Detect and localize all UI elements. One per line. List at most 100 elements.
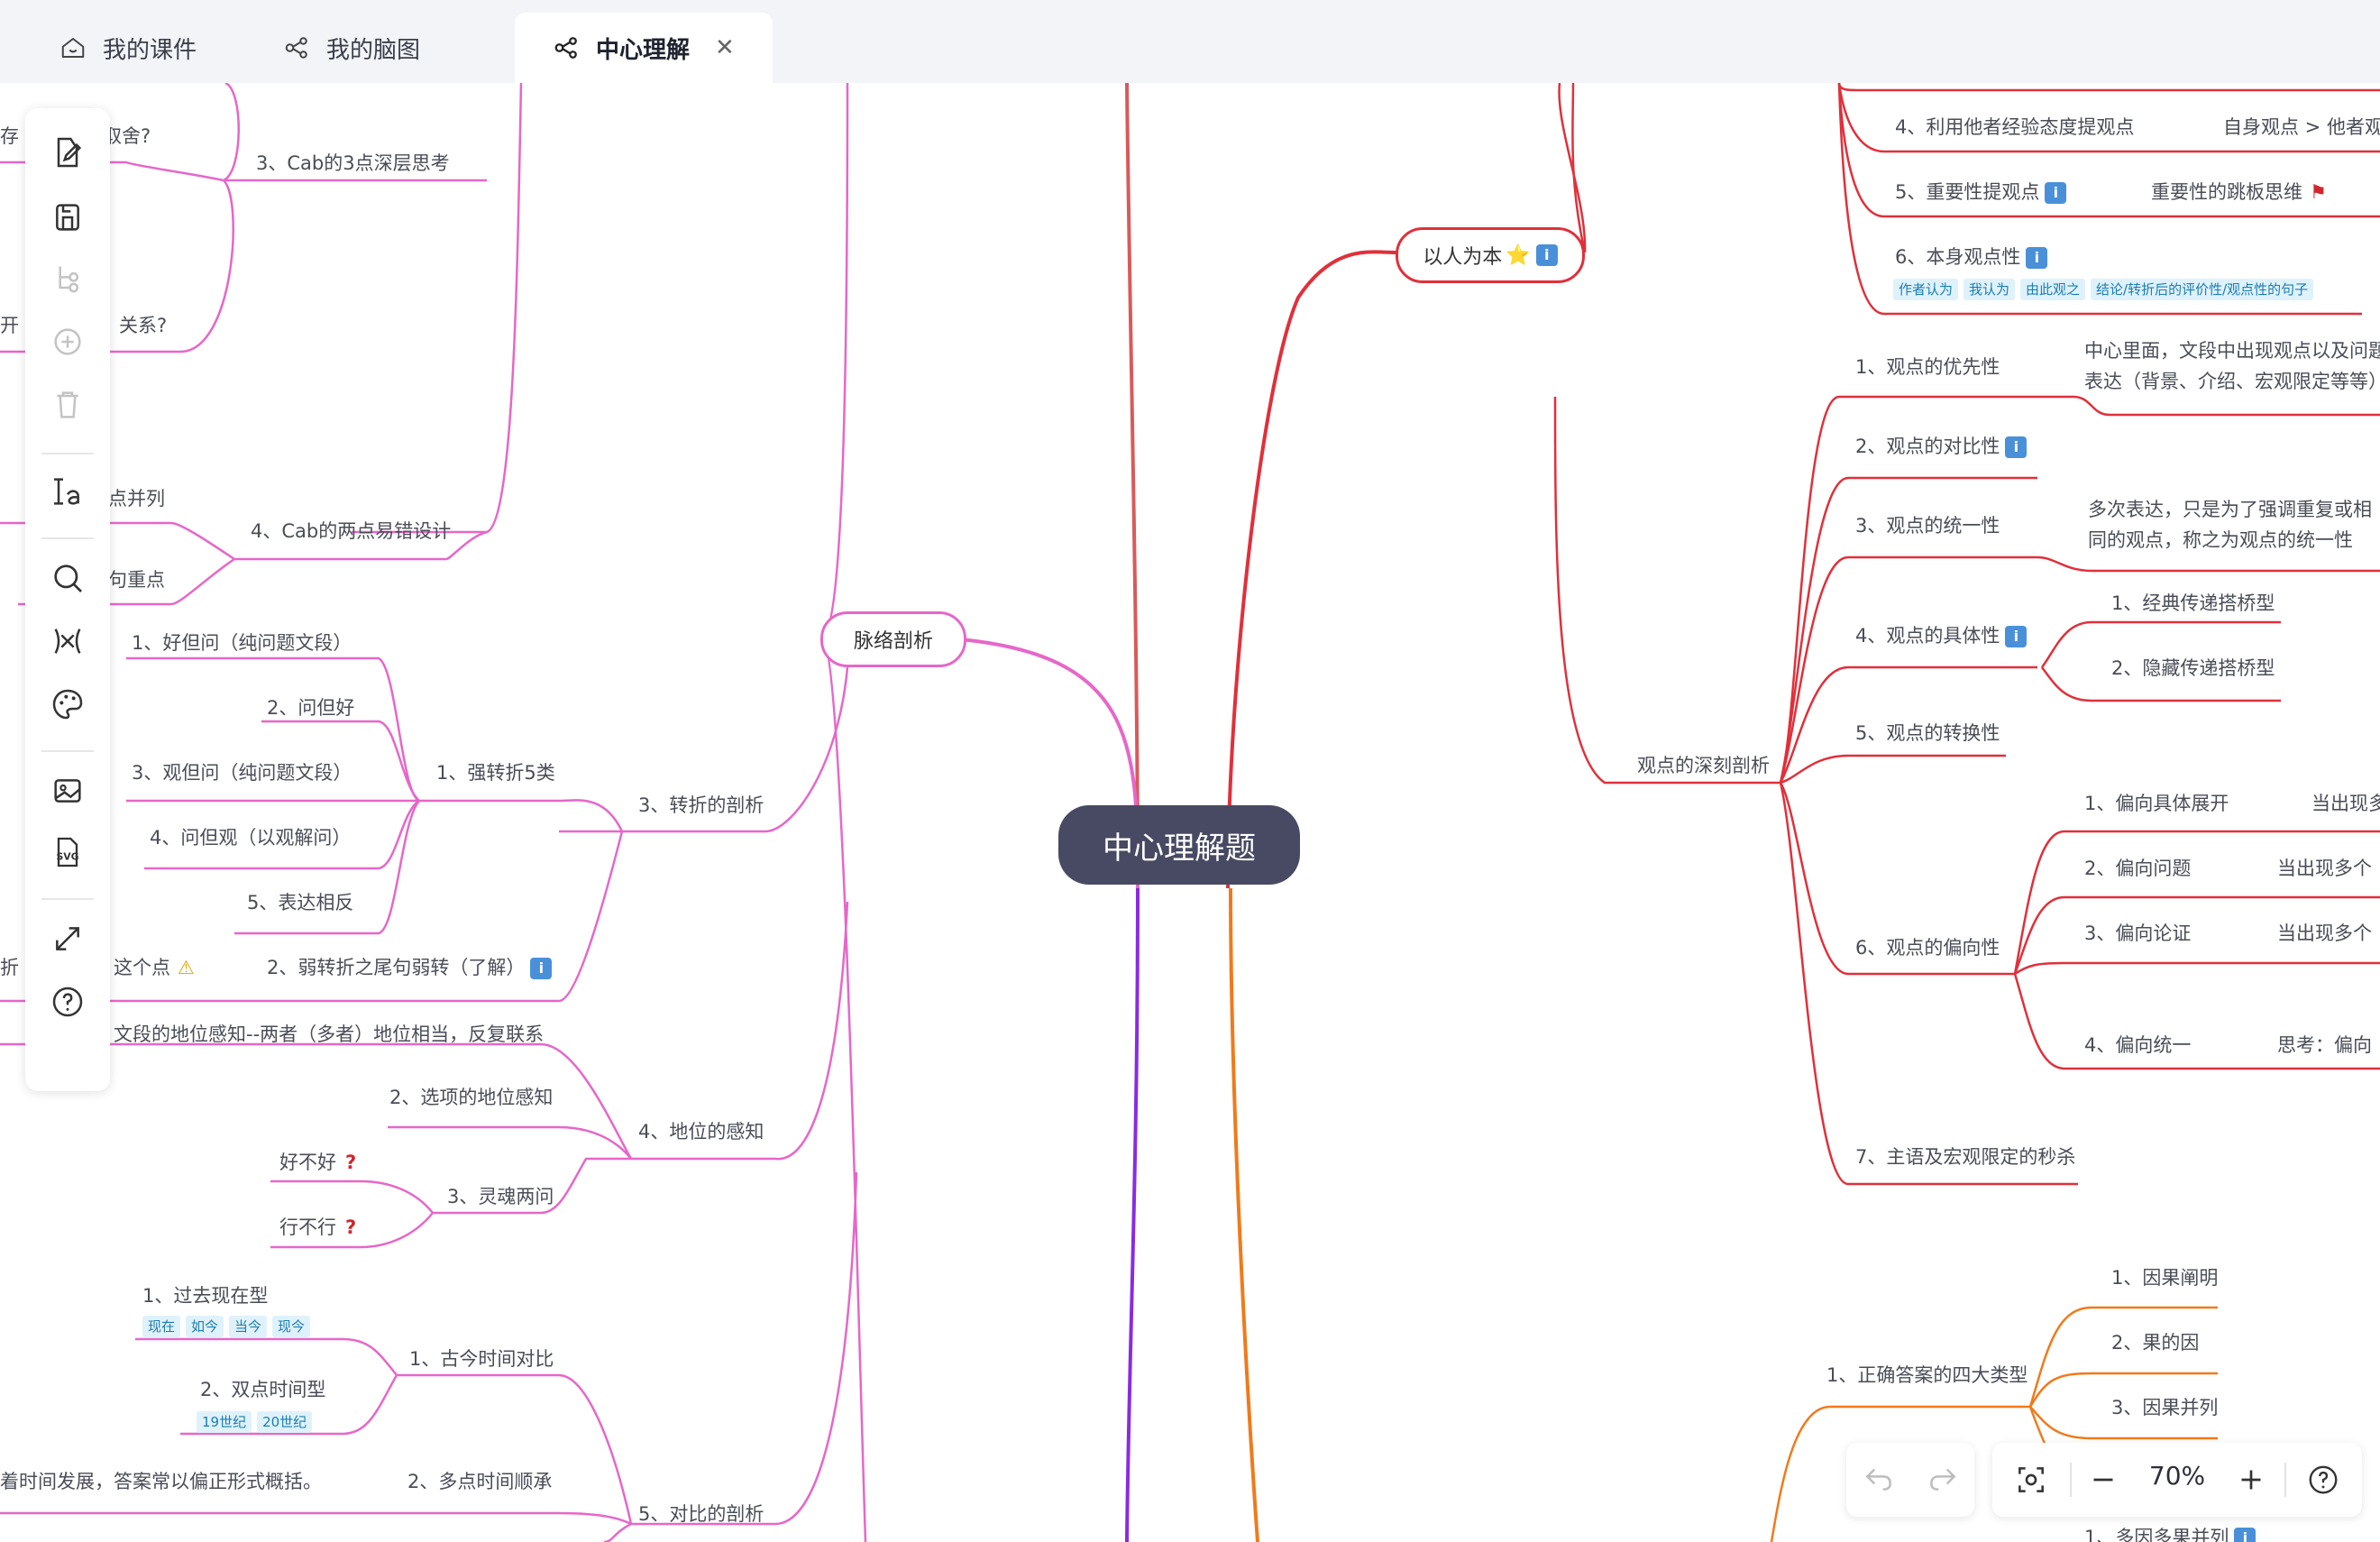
node-mailuo[interactable]: 脉络剖析: [820, 611, 966, 667]
node-cab-easy[interactable]: 4、Cab的两点易错设计: [251, 519, 451, 543]
node-gd-sub[interactable]: 1、经典传递搭桥型: [2111, 592, 2275, 615]
tab-my-courseware[interactable]: 我的课件: [58, 13, 197, 83]
info-icon[interactable]: i: [1535, 244, 1558, 266]
close-icon[interactable]: ✕: [715, 34, 735, 61]
node-note[interactable]: 当出现多个: [2277, 922, 2372, 945]
node-note[interactable]: 当出现多个: [2277, 857, 2372, 880]
node-frag[interactable]: 句重点: [108, 568, 165, 592]
root-node[interactable]: 中心理解题: [1058, 805, 1300, 885]
info-icon[interactable]: i: [2234, 1528, 2256, 1542]
add-node-button[interactable]: [45, 319, 90, 364]
node-frag[interactable]: 这个点 ⚠: [114, 956, 195, 979]
node-zq-item[interactable]: 2、果的因: [2111, 1331, 2199, 1354]
node-note[interactable]: 自身观点 > 他者观: [2223, 115, 2380, 139]
mindmap-canvas[interactable]: 中心理解题 脉络剖析 以人为本 ⭐ i 存 取舍? 3、Cab的3点深层思考 开 …: [0, 83, 2380, 1542]
node-yrwb-item[interactable]: 5、重要性提观点 i: [1895, 180, 2067, 204]
info-icon[interactable]: i: [2026, 247, 2048, 269]
add-child-button[interactable]: [45, 256, 90, 301]
export-svg-button[interactable]: SVG: [45, 830, 90, 875]
node-gd-sub[interactable]: 2、隐藏传递搭桥型: [2111, 656, 2275, 680]
node-diwei-item[interactable]: 2、选项的地位感知: [389, 1086, 553, 1109]
save-button[interactable]: [45, 195, 90, 240]
tab-label: 中心理解: [596, 36, 691, 64]
info-icon[interactable]: i: [2005, 626, 2028, 647]
node-gd-sub[interactable]: 2、偏向问题: [2084, 857, 2191, 880]
node-gd-sub[interactable]: 4、偏向统一: [2084, 1033, 2191, 1057]
undo-button[interactable]: [1862, 1461, 1896, 1499]
node-note[interactable]: 多次表达，只是为了强调重复或相: [2088, 498, 2372, 521]
node-note[interactable]: 表达（背景、介绍、宏观限定等等）: [2084, 370, 2380, 393]
node-note[interactable]: 同的观点，称之为观点的统一性: [2088, 528, 2353, 552]
tab-center-understanding[interactable]: 中心理解 ✕: [515, 13, 773, 83]
help-button[interactable]: [45, 979, 90, 1024]
node-zhuanzhe-item[interactable]: 5、表达相反: [247, 891, 353, 914]
node-two-point[interactable]: 2、双点时间型: [200, 1378, 325, 1401]
insert-image-button[interactable]: [45, 768, 90, 813]
node-cab-deep[interactable]: 3、Cab的3点深层思考: [256, 151, 450, 175]
node-frag[interactable]: 折: [0, 956, 19, 979]
node-yrwb-item[interactable]: 6、本身观点性 i: [1895, 245, 2048, 269]
theme-button[interactable]: [45, 682, 90, 727]
node-zhuanzhe-item[interactable]: 4、问但观（以观解问）: [150, 826, 351, 849]
search-button[interactable]: [45, 555, 90, 601]
node-gd-item[interactable]: 3、观点的统一性: [1855, 514, 2000, 537]
node-duibi[interactable]: 5、对比的剖析: [638, 1502, 764, 1526]
node-past-now[interactable]: 1、过去现在型: [142, 1284, 268, 1308]
text-style-button[interactable]: [45, 469, 90, 514]
node-diwei-soul[interactable]: 3、灵魂两问: [447, 1185, 554, 1208]
node-multi[interactable]: 2、多点时间顺承: [407, 1470, 552, 1493]
node-gd-item[interactable]: 1、观点的优先性: [1855, 355, 2000, 379]
node-zq-item[interactable]: 1、因果阐明: [2111, 1266, 2218, 1290]
palette-icon: [52, 689, 83, 720]
node-zhuanzhe-item[interactable]: 1、好但问（纯问题文段）: [132, 631, 352, 655]
node-note[interactable]: 重要性的跳板思维 ⚑: [2151, 180, 2327, 204]
info-icon[interactable]: i: [530, 958, 553, 979]
structure-button[interactable]: [45, 619, 90, 664]
node-gd-item[interactable]: 6、观点的偏向性: [1855, 936, 2000, 959]
node-zq-item[interactable]: 1、多因多果并列 i: [2084, 1526, 2256, 1542]
node-zhuanzhe-item[interactable]: 3、观但问（纯问题文段）: [132, 761, 352, 785]
node-note[interactable]: 当出现多: [2311, 792, 2380, 815]
node-frag[interactable]: 存: [0, 124, 19, 148]
node-diwei-item[interactable]: 文段的地位感知--两者（多者）地位相当，反复联系: [114, 1023, 544, 1046]
info-icon[interactable]: i: [2045, 182, 2067, 204]
node-frag[interactable]: 点并列: [108, 487, 165, 510]
node-diwei[interactable]: 4、地位的感知: [638, 1120, 764, 1143]
node-ancient[interactable]: 1、古今时间对比: [409, 1347, 554, 1371]
node-note[interactable]: 思考：偏向: [2277, 1033, 2372, 1057]
shortcut-help-button[interactable]: [2301, 1457, 2346, 1502]
fullscreen-button[interactable]: [45, 916, 90, 961]
node-gd-item[interactable]: 7、主语及宏观限定的秒杀: [1855, 1145, 2075, 1169]
delete-button[interactable]: [45, 382, 90, 427]
node-zq-item[interactable]: 3、因果并列: [2111, 1396, 2218, 1419]
node-question[interactable]: 好不好?: [279, 1151, 356, 1174]
node-gd-sub[interactable]: 3、偏向论证: [2084, 922, 2191, 945]
node-zhuanzhe-strong[interactable]: 1、强转折5类: [436, 761, 555, 785]
node-question[interactable]: 行不行?: [279, 1216, 356, 1239]
node-frag[interactable]: 关系?: [119, 314, 167, 337]
tab-my-mindmaps[interactable]: 我的脑图: [281, 13, 420, 83]
node-note[interactable]: 中心里面，文段中出现观点以及问题: [2084, 339, 2380, 363]
zoom-out-button[interactable]: [2081, 1457, 2126, 1502]
node-zhuanzhe-item[interactable]: 2、问但好: [267, 696, 354, 720]
zoom-in-button[interactable]: [2229, 1457, 2274, 1502]
node-gd-sub[interactable]: 1、偏向具体展开: [2084, 792, 2229, 815]
redo-button[interactable]: [1926, 1461, 1960, 1499]
node-label: 6、本身观点性: [1895, 246, 2021, 268]
node-gd-item[interactable]: 5、观点的转换性: [1855, 721, 2000, 745]
info-icon[interactable]: i: [2005, 436, 2028, 458]
node-zhengque[interactable]: 1、正确答案的四大类型: [1826, 1363, 2028, 1387]
svg-label: SVG: [56, 850, 78, 862]
node-yirenweiben[interactable]: 以人为本 ⭐ i: [1396, 227, 1585, 283]
tag: 19世纪: [197, 1411, 252, 1433]
node-gd-item[interactable]: 4、观点的具体性 i: [1855, 624, 2028, 647]
edit-button[interactable]: [45, 130, 90, 175]
node-yrwb-item[interactable]: 4、利用他者经验态度提观点: [1895, 115, 2134, 139]
node-frag[interactable]: 开: [0, 314, 19, 337]
node-guandian[interactable]: 观点的深刻剖析: [1637, 754, 1770, 777]
node-zhuanzhe-weak[interactable]: 2、弱转折之尾句弱转（了解） i: [267, 956, 553, 979]
node-zhuanzhe[interactable]: 3、转折的剖析: [638, 794, 764, 817]
node-gd-item[interactable]: 2、观点的对比性 i: [1855, 435, 2028, 458]
fit-view-button[interactable]: [2009, 1457, 2054, 1502]
node-multi-desc[interactable]: 着时间发展，答案常以偏正形式概括。: [0, 1470, 322, 1493]
